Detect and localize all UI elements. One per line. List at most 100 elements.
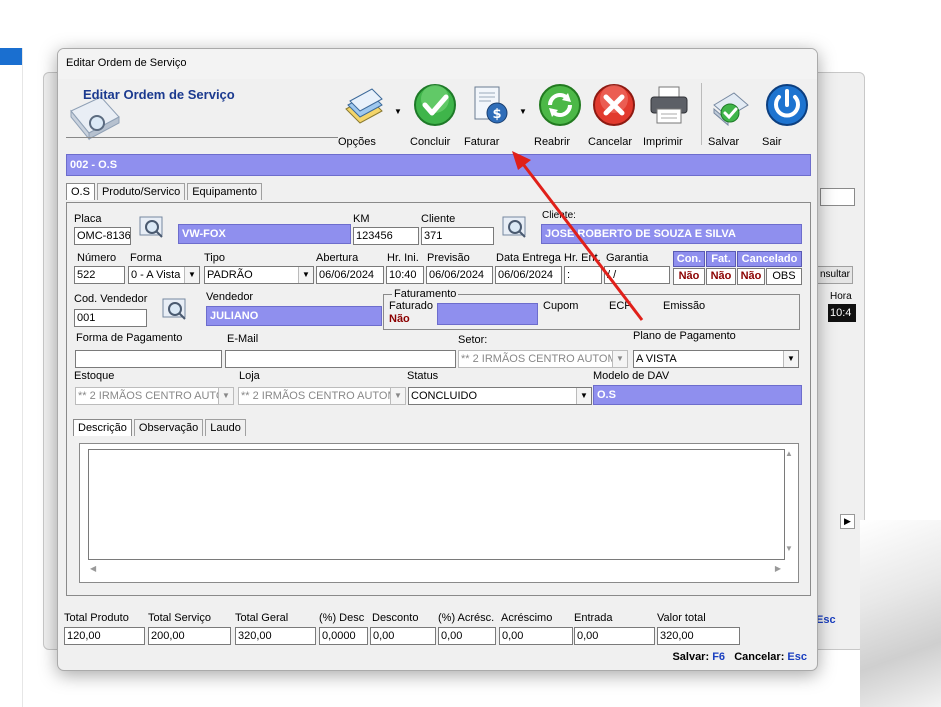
tab-os[interactable]: O.S [66, 183, 95, 200]
total-geral-label: Total Geral [235, 612, 289, 624]
obs-button[interactable]: OBS [766, 268, 802, 285]
tipo-label: Tipo [204, 252, 225, 264]
perc-acresc-input[interactable]: 0,00 [438, 627, 496, 645]
desconto-input[interactable]: 0,00 [370, 627, 436, 645]
vendedor-lookup-icon[interactable] [160, 295, 190, 323]
header-divider [66, 137, 338, 138]
hr-ini-input[interactable]: 10:40 [386, 266, 424, 284]
faturar-label: Faturar [464, 136, 500, 148]
data-entrega-input[interactable]: 06/06/2024 [495, 266, 562, 284]
faturado-label: Faturado [389, 300, 434, 312]
previsao-label: Previsão [427, 252, 470, 264]
background-hora-value: 10:4 [828, 304, 856, 322]
window-title: Editar Ordem de Serviço [58, 49, 817, 79]
faturar-button[interactable]: $ Faturar [464, 83, 514, 148]
status-select[interactable]: CONCLUIDO ▼ [408, 387, 592, 405]
cliente-name-field: JOSÉ ROBERTO DE SOUZA E SILVA [541, 224, 802, 244]
opcoes-button[interactable]: Opções [338, 83, 390, 148]
tab-descricao[interactable]: Descrição [73, 419, 132, 436]
veiculo-field: VW-FOX [178, 224, 351, 244]
loja-label: Loja [239, 370, 260, 382]
status-fat-header: Fat. [706, 251, 736, 267]
check-icon [414, 84, 456, 126]
status-con-value: Não [673, 268, 705, 285]
salvar-button[interactable]: Salvar [708, 83, 756, 148]
salvar-label: Salvar [708, 136, 740, 148]
acrescimo-input[interactable]: 0,00 [499, 627, 573, 645]
background-scroll-right-icon[interactable]: ▶ [840, 514, 855, 529]
forma-select[interactable]: 0 - A Vista ▼ [128, 266, 200, 284]
cliente-lookup-icon[interactable] [500, 213, 530, 241]
km-label: KM [353, 213, 370, 225]
valor-total-input[interactable]: 320,00 [657, 627, 740, 645]
placa-lookup-icon[interactable] [137, 213, 167, 241]
setor-select[interactable]: ** 2 IRMÃOS CENTRO AUTOM ▼ [458, 350, 628, 368]
horizontal-scrollbar[interactable]: ◀ ▶ [88, 564, 785, 578]
hr-ent-input[interactable]: : [564, 266, 602, 284]
main-tabs: O.S Produto/Servico Equipamento [66, 183, 264, 200]
email-input[interactable] [225, 350, 456, 368]
imprimir-button[interactable]: Imprimir [643, 83, 695, 148]
refresh-icon [539, 84, 581, 126]
placa-input[interactable]: OMC-8136 [74, 227, 131, 245]
vertical-scrollbar[interactable]: ▲ ▼ [782, 447, 796, 557]
estoque-select[interactable]: ** 2 IRMÃOS CENTRO AUTO ▼ [75, 387, 234, 405]
power-icon [766, 84, 808, 126]
background-consultar-button[interactable]: nsultar [817, 266, 853, 284]
total-geral-input[interactable]: 320,00 [235, 627, 316, 645]
edit-service-order-dialog: Editar Ordem de Serviço Editar Ordem de … [57, 48, 818, 671]
previsao-input[interactable]: 06/06/2024 [426, 266, 493, 284]
forma-pagamento-input[interactable] [75, 350, 222, 368]
sair-button[interactable]: Sair [762, 83, 812, 148]
faturado-value: Não [389, 313, 410, 325]
plano-pagamento-select[interactable]: A VISTA ▼ [633, 350, 799, 368]
chevron-down-icon: ▼ [783, 351, 798, 367]
emissao-label: Emissão [663, 300, 706, 312]
cancelar-button[interactable]: Cancelar [588, 83, 640, 148]
perc-desc-input[interactable]: 0,0000 [319, 627, 368, 645]
status-cancelado-header: Cancelado [737, 251, 802, 267]
chevron-down-icon: ▼ [576, 388, 591, 404]
forma-pagamento-label: Forma de Pagamento [76, 332, 183, 344]
hr-ini-label: Hr. Ini. [387, 252, 419, 264]
faturamento-legend: Faturamento [392, 288, 459, 300]
reabrir-button[interactable]: Reabrir [534, 83, 586, 148]
numero-input[interactable]: 522 [74, 266, 125, 284]
cliente-label: Cliente [421, 213, 456, 225]
garantia-input[interactable]: / / [604, 266, 670, 284]
loja-select[interactable]: ** 2 IRMÃOS CENTRO AUTOM ▼ [238, 387, 406, 405]
keyboard-shortcuts-footer: Salvar: F6 Cancelar: Esc [672, 651, 807, 663]
faturar-dropdown-icon[interactable]: ▼ [519, 107, 527, 116]
tipo-select[interactable]: PADRÃO ▼ [204, 266, 314, 284]
desconto-label: Desconto [372, 612, 419, 624]
description-tabs: Descrição Observação Laudo [73, 419, 248, 436]
opcoes-dropdown-icon[interactable]: ▼ [394, 107, 402, 116]
tab-produto-servico[interactable]: Produto/Servico [96, 183, 186, 200]
hr-ent-label: Hr. Ent. [564, 252, 601, 264]
modelo-dav-field: O.S [593, 385, 802, 405]
chevron-down-icon: ▼ [218, 388, 233, 404]
cancelar-shortcut: Esc [787, 651, 807, 663]
km-input[interactable]: 123456 [353, 227, 419, 245]
tab-laudo[interactable]: Laudo [205, 419, 246, 436]
tab-observacao[interactable]: Observação [133, 419, 204, 436]
abertura-label: Abertura [316, 252, 359, 264]
descricao-textarea[interactable] [88, 449, 785, 560]
background-blue-strip [0, 48, 22, 65]
cod-vendedor-input[interactable]: 001 [74, 309, 147, 327]
cliente-code-input[interactable]: 371 [421, 227, 494, 245]
acrescimo-label: Acréscimo [501, 612, 553, 624]
perc-desc-label: (%) Desc [319, 612, 365, 624]
modelo-dav-label: Modelo de DAV [593, 370, 670, 382]
total-produto-input[interactable]: 120,00 [64, 627, 145, 645]
concluir-button[interactable]: Concluir [410, 83, 460, 148]
background-input[interactable] [820, 188, 855, 206]
status-label: Status [407, 370, 439, 382]
save-check-icon [713, 92, 749, 127]
vendedor-field: JULIANO [206, 306, 382, 326]
abertura-input[interactable]: 06/06/2024 [316, 266, 384, 284]
status-fat-value: Não [706, 268, 736, 285]
total-servico-input[interactable]: 200,00 [148, 627, 231, 645]
tab-equipamento[interactable]: Equipamento [187, 183, 263, 200]
entrada-input[interactable]: 0,00 [574, 627, 655, 645]
